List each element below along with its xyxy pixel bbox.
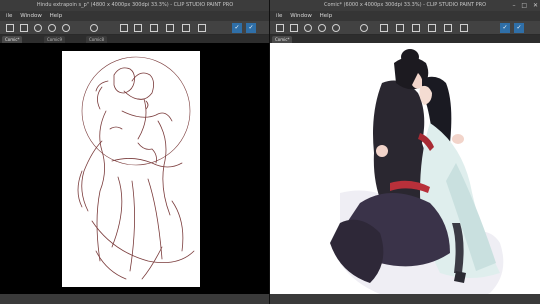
command-bar: ✓ ✓ [0,21,270,35]
status-bar [270,294,540,304]
canvas-area[interactable] [0,43,270,304]
transform-icon[interactable] [412,24,420,32]
tab-bar: Comic* [270,35,540,43]
open-icon[interactable] [290,24,298,32]
menu-file[interactable]: ile [6,13,12,19]
menu-help[interactable]: Help [320,13,333,19]
settings-icon[interactable] [360,24,368,32]
snap-icon[interactable]: ✓ [232,23,242,33]
menu-help[interactable]: Help [50,13,63,19]
tab-bar: Comic* Comic9 Comic8 [0,35,270,43]
clear-icon[interactable] [380,24,388,32]
ruler-snap-icon[interactable]: ✓ [246,23,256,33]
status-bar [0,294,270,304]
undo-icon[interactable] [48,24,56,32]
deselect-icon[interactable] [444,24,452,32]
new-canvas-icon[interactable] [276,24,284,32]
new-canvas-icon[interactable] [6,24,14,32]
canvas-paper[interactable] [62,51,200,287]
close-icon[interactable]: ✕ [533,2,538,9]
save-icon[interactable] [304,24,312,32]
command-bar: ✓ ✓ [270,21,540,35]
window-title: Hindu extrapoin s_p" (4800 x 4000px 300d… [0,0,270,11]
open-icon[interactable] [20,24,28,32]
crop-icon[interactable] [460,24,468,32]
maximize-icon[interactable]: □ [521,2,527,9]
fill-icon[interactable] [396,24,404,32]
minimize-icon[interactable]: – [512,2,515,9]
tab-comic8[interactable]: Comic8 [86,36,107,43]
sketch-artwork [77,56,195,280]
select-icon[interactable] [428,24,436,32]
undo-icon[interactable] [318,24,326,32]
clear-icon[interactable] [120,24,128,32]
tab-comic9[interactable]: Comic9 [44,36,65,43]
save-icon[interactable] [34,24,42,32]
colored-artwork [330,49,504,304]
window-controls: – □ ✕ [508,1,538,10]
transform-icon[interactable] [150,24,158,32]
settings-icon[interactable] [90,24,98,32]
menu-file[interactable]: ile [276,13,282,19]
menu-bar: ile Window Help [0,11,270,21]
redo-icon[interactable] [332,24,340,32]
tab-comic[interactable]: Comic* [2,36,23,43]
window-title: Comic* (6000 x 4000px 300dpi 33.3%) - CL… [270,0,540,11]
menu-bar: ile Window Help [270,11,540,21]
menu-window[interactable]: Window [290,13,312,19]
ruler-snap-icon[interactable]: ✓ [514,23,524,33]
redo-icon[interactable] [62,24,70,32]
crop-icon[interactable] [198,24,206,32]
right-window: Comic* (6000 x 4000px 300dpi 33.3%) - CL… [270,0,540,304]
select-icon[interactable] [166,24,174,32]
fill-icon[interactable] [134,24,142,32]
snap-icon[interactable]: ✓ [500,23,510,33]
tab-comic[interactable]: Comic* [272,36,293,43]
canvas-area[interactable] [270,43,540,304]
deselect-icon[interactable] [182,24,190,32]
menu-window[interactable]: Window [20,13,42,19]
left-window: Hindu extrapoin s_p" (4800 x 4000px 300d… [0,0,270,304]
